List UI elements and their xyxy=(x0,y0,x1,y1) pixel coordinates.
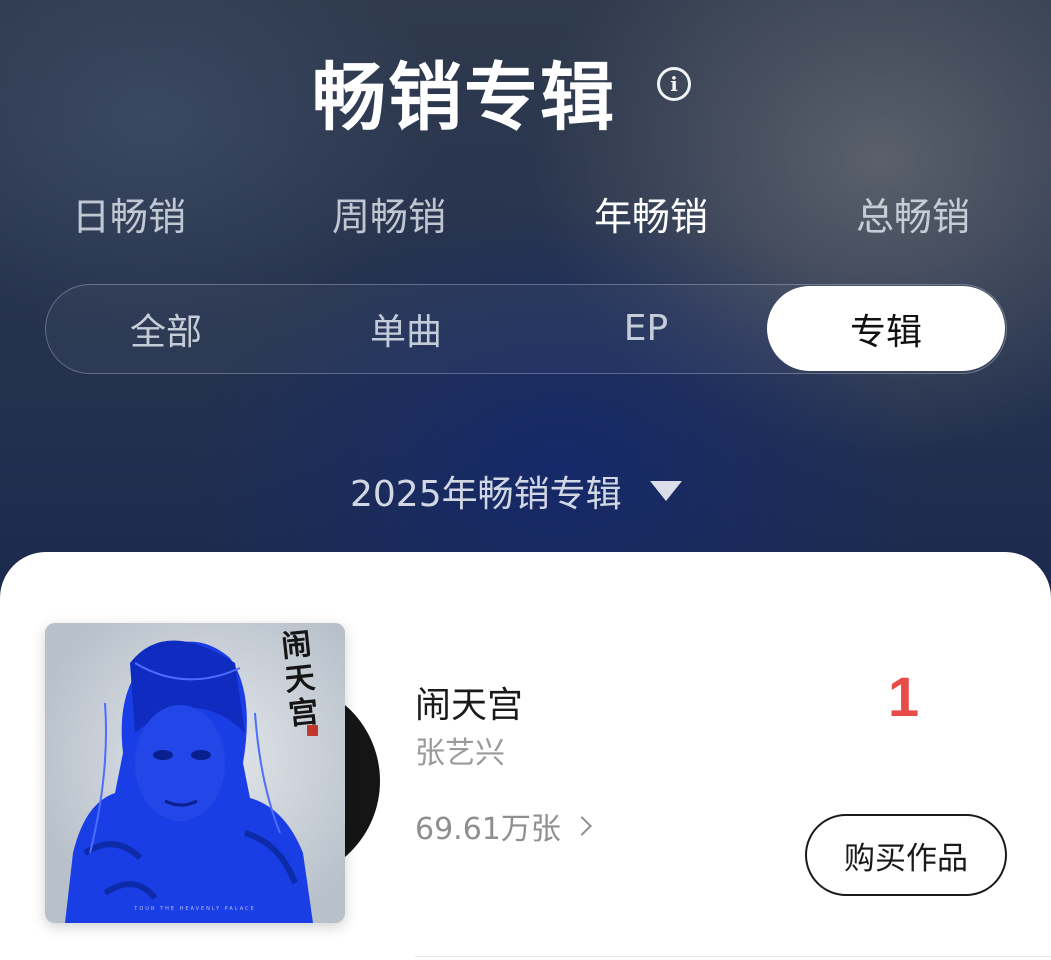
segment-album[interactable]: 专辑 xyxy=(767,286,1005,371)
sales-link[interactable]: 69.61万张 xyxy=(415,804,592,848)
segment-single[interactable]: 单曲 xyxy=(286,285,526,372)
type-segmented-control: 全部 单曲 EP 专辑 xyxy=(45,284,1007,374)
divider xyxy=(415,956,1051,957)
cover-caption: TOUR THE HEAVENLY PALACE xyxy=(134,906,256,912)
tab-total[interactable]: 总畅销 xyxy=(856,182,970,244)
seal-icon xyxy=(307,725,318,736)
year-selector[interactable]: 2025年畅销专辑 xyxy=(350,466,682,516)
year-selector-label: 2025年畅销专辑 xyxy=(350,474,622,515)
tab-daily[interactable]: 日畅销 xyxy=(72,182,186,244)
buy-button[interactable]: 购买作品 xyxy=(805,814,1007,896)
album-title[interactable]: 闹天宫 xyxy=(415,676,523,728)
tab-yearly[interactable]: 年畅销 xyxy=(594,182,708,244)
tab-weekly[interactable]: 周畅销 xyxy=(332,182,446,244)
header: 畅销专辑 i xyxy=(0,0,1051,160)
triangle-down-icon xyxy=(649,481,682,501)
chevron-right-icon xyxy=(571,816,592,836)
album-artist[interactable]: 张艺兴 xyxy=(415,728,505,772)
segment-all[interactable]: 全部 xyxy=(46,285,286,372)
info-icon[interactable]: i xyxy=(657,67,691,101)
rank-number: 1 xyxy=(888,665,920,728)
sales-count: 69.61万张 xyxy=(415,812,561,847)
page-title: 畅销专辑 xyxy=(312,55,616,141)
album-cover[interactable]: 闹天宫 TOUR THE HEAVENLY PALACE xyxy=(45,623,345,923)
segment-ep[interactable]: EP xyxy=(526,285,766,372)
period-tabs: 日畅销 周畅销 年畅销 总畅销 xyxy=(0,182,1051,244)
chart-list: 闹天宫 TOUR THE HEAVENLY PALACE 闹天宫 张艺兴 69.… xyxy=(0,552,1051,960)
